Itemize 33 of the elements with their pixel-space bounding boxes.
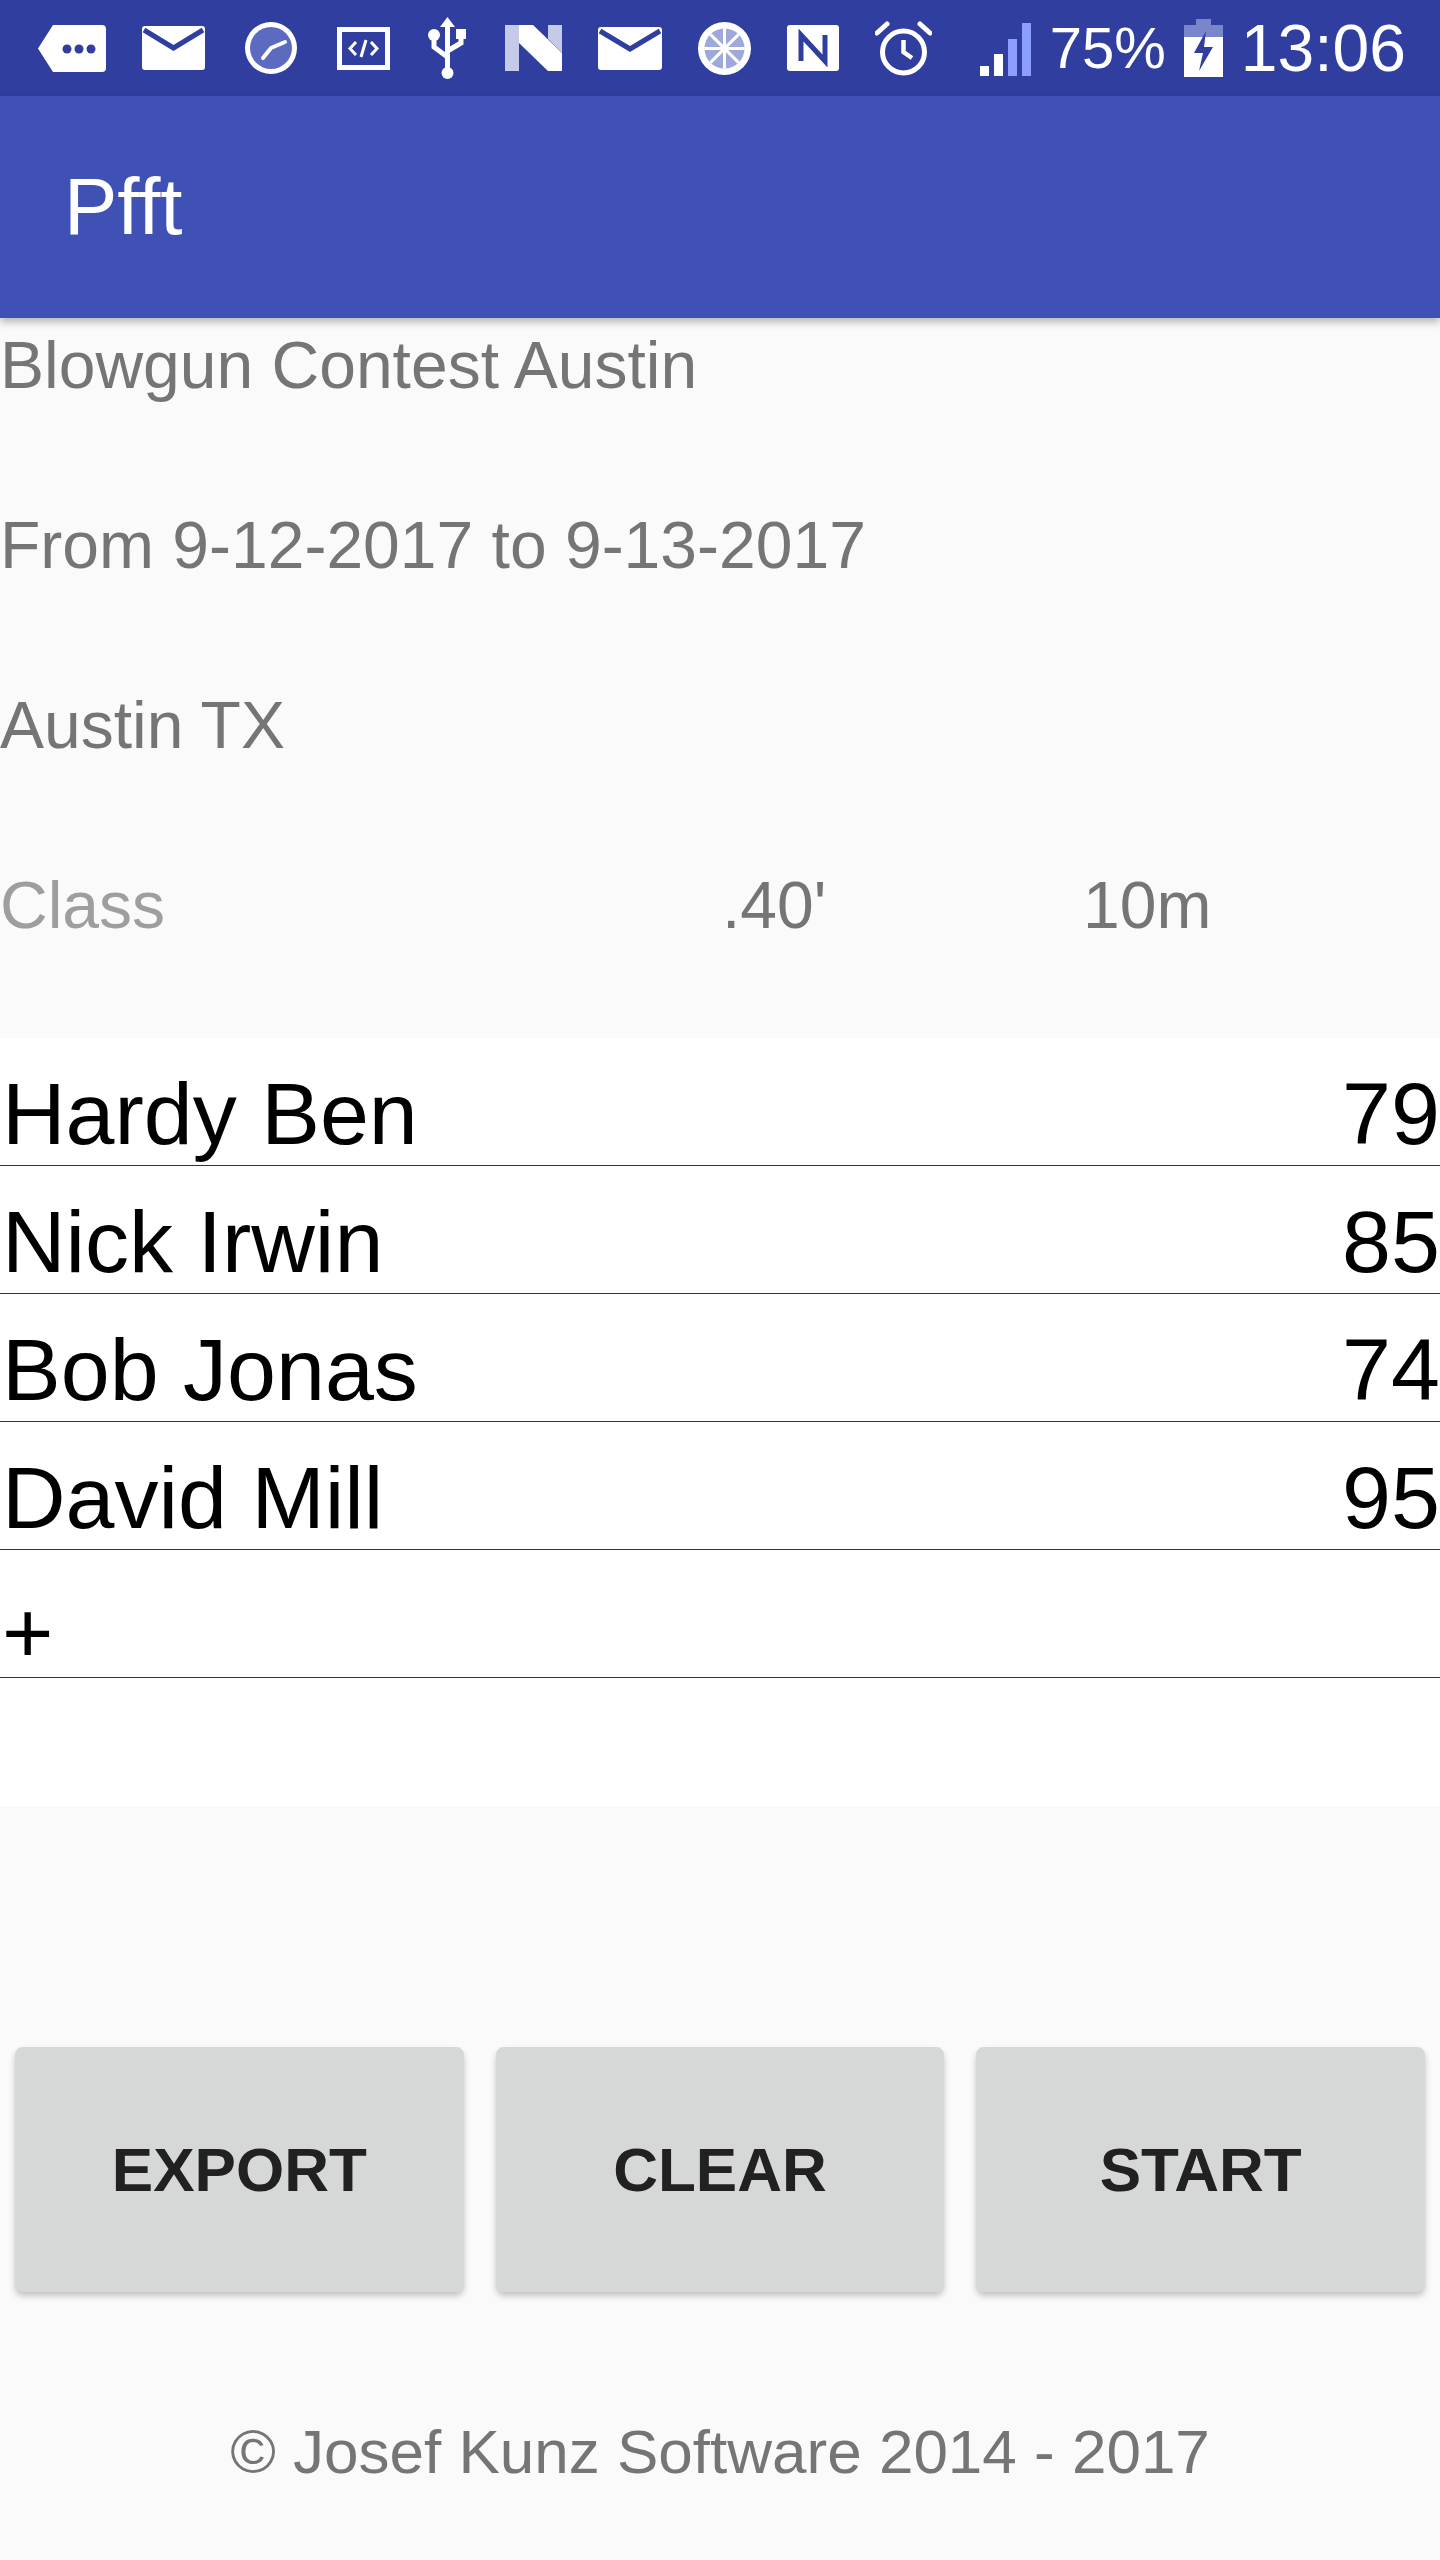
action-button[interactable]: EXPORT — [15, 2047, 464, 2292]
action-button[interactable]: START — [976, 2047, 1425, 2292]
citrus-slice-icon — [698, 21, 751, 75]
participant-score[interactable]: 74 — [1342, 1319, 1440, 1420]
signal-icon — [979, 20, 1032, 76]
column-heading: .40' — [722, 867, 827, 944]
mail-icon — [598, 26, 662, 70]
add-participant-button[interactable]: + — [2, 1594, 54, 1672]
n-logo-icon — [505, 25, 562, 71]
clock-time: 13:06 — [1240, 11, 1406, 85]
event-location: Austin TX — [0, 687, 285, 764]
app-title: Pfft — [64, 161, 183, 253]
action-button[interactable]: CLEAR — [495, 2047, 945, 2292]
battery-charging-icon — [1183, 19, 1223, 77]
mail-icon — [142, 26, 205, 70]
battery-percent: 75% — [1049, 15, 1166, 81]
code-icon — [337, 26, 390, 70]
participant-name[interactable]: Nick Irwin — [2, 1191, 384, 1292]
participant-name[interactable]: Hardy Ben — [2, 1063, 418, 1164]
copyright-text: © Josef Kunz Software 2014 - 2017 — [230, 2417, 1210, 2486]
participant-score[interactable]: 95 — [1342, 1447, 1440, 1548]
tag-dots-icon — [38, 23, 106, 73]
column-heading: 10m — [1083, 867, 1212, 944]
participant-name[interactable]: Bob Jonas — [2, 1319, 418, 1420]
alarm-clock-icon — [875, 20, 932, 76]
event-name: Blowgun Contest Austin — [0, 327, 698, 404]
participant-score[interactable]: 85 — [1342, 1191, 1440, 1292]
class-label: Class — [0, 867, 166, 944]
nfc-icon — [787, 25, 839, 71]
event-dates: From 9-12-2017 to 9-13-2017 — [0, 507, 866, 584]
usb-icon — [426, 17, 469, 79]
participant-name[interactable]: David Mill — [2, 1447, 384, 1548]
participant-score[interactable]: 79 — [1342, 1063, 1440, 1164]
